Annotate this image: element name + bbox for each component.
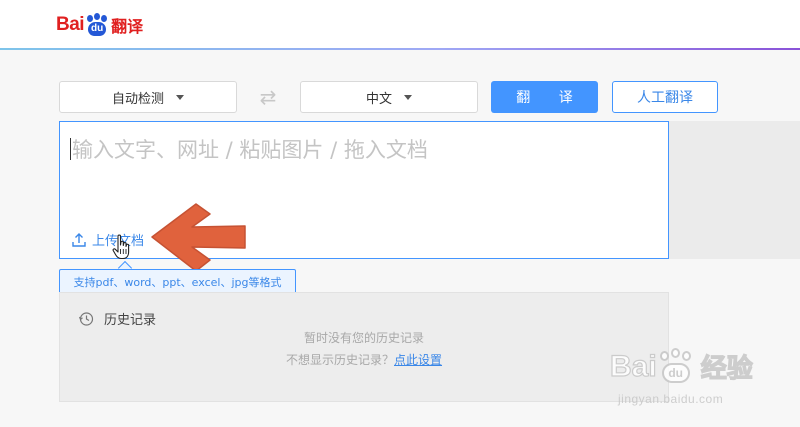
history-empty-text: 暂时没有您的历史记录: [303, 331, 424, 345]
target-language-label: 中文: [365, 91, 392, 107]
watermark-du: du: [668, 365, 684, 380]
source-language-select[interactable]: 自动检测: [59, 81, 237, 113]
upload-icon: [72, 232, 86, 247]
baidu-paw-icon: du: [85, 13, 109, 37]
upload-formats-tooltip: 支持pdf、word、ppt、excel、jpg等格式: [59, 269, 296, 294]
upload-document-link[interactable]: 上传文档: [72, 230, 144, 249]
watermark-paw-icon: du: [659, 347, 693, 384]
chevron-down-icon: [176, 94, 184, 100]
history-settings-link[interactable]: 点此设置: [394, 353, 442, 367]
human-translate-button[interactable]: 人工翻译: [612, 81, 718, 113]
history-hint: 不想显示历史记录？点此设置: [60, 351, 668, 368]
text-caret: [70, 138, 71, 160]
output-panel: [669, 121, 800, 259]
watermark-jingyan: 经验: [700, 353, 753, 384]
source-language-label: 自动检测: [111, 91, 164, 107]
translate-button[interactable]: 翻 译: [491, 81, 598, 113]
top-header: Bai du 翻译: [0, 0, 800, 50]
baidu-jingyan-watermark: Bai du 经验 jingyan.baidu.com: [609, 340, 790, 420]
logo-product-text: 翻译: [111, 17, 144, 36]
history-panel: 历史记录 暂时没有您的历史记录 不想显示历史记录？点此设置: [59, 292, 669, 402]
annotation-arrow: [151, 203, 246, 272]
hand-pointer-icon: [112, 234, 130, 260]
swap-arrows-icon[interactable]: ⇄: [254, 86, 282, 108]
logo-bai-text: Bai: [56, 14, 85, 35]
input-placeholder: 输入文字、网址 / 粘贴图片 / 拖入文档: [72, 138, 428, 162]
history-header: 历史记录: [78, 309, 156, 328]
history-hint-prefix: 不想显示历史记录？: [285, 353, 394, 367]
logo-du-text: du: [90, 23, 104, 34]
baidu-fanyi-logo[interactable]: Bai du 翻译: [56, 11, 143, 39]
history-title: 历史记录: [104, 313, 157, 328]
chevron-down-icon: [404, 94, 412, 100]
watermark-url: jingyan.baidu.com: [618, 392, 724, 406]
target-language-select[interactable]: 中文: [300, 81, 478, 113]
header-divider: [0, 48, 800, 50]
watermark-bai: Bai: [609, 349, 657, 383]
clock-icon: [78, 311, 94, 326]
